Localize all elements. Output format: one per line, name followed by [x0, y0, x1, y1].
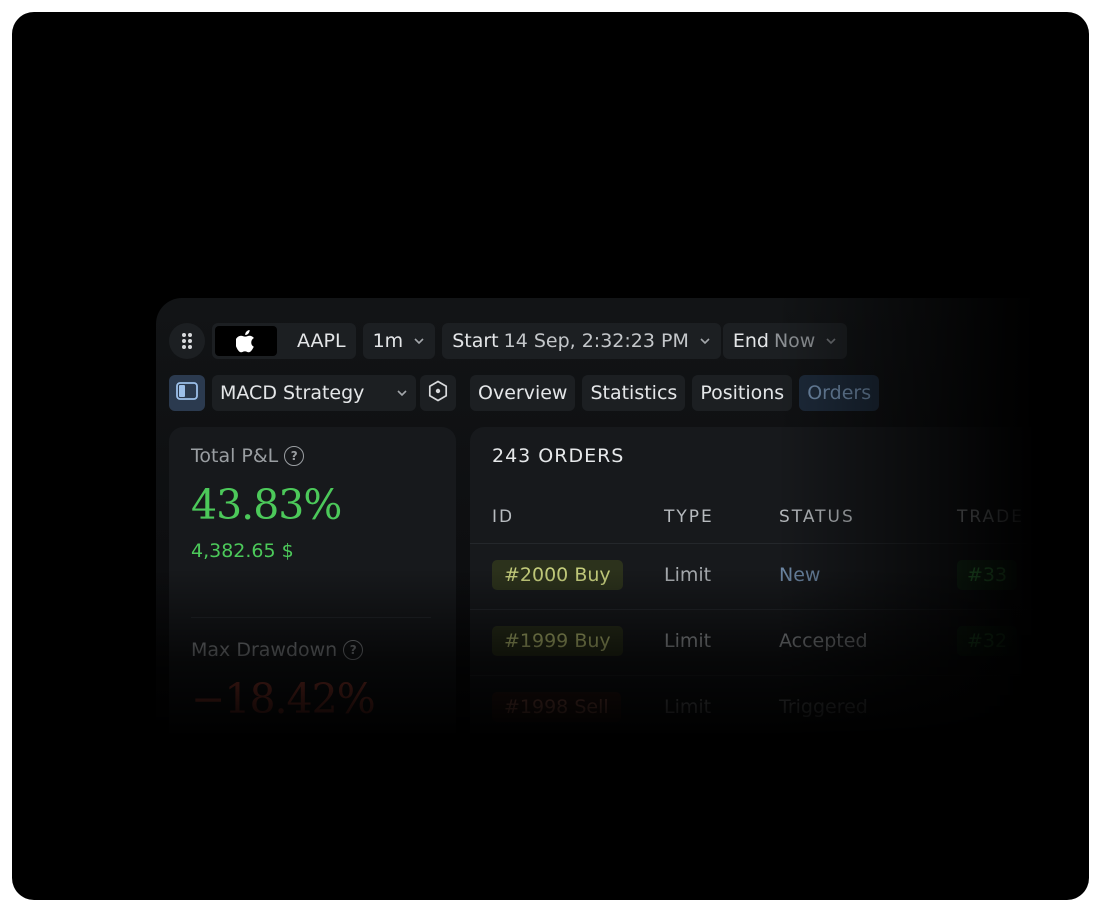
- tab-orders-label: Orders: [807, 382, 872, 404]
- currency-symbol: $: [281, 540, 294, 562]
- tab-statistics[interactable]: Statistics: [582, 375, 686, 411]
- sidebar-toggle-button[interactable]: [169, 375, 205, 411]
- order-type: Limit: [664, 696, 712, 718]
- trade-badge[interactable]: #32: [957, 626, 1018, 656]
- chevron-down-icon: [413, 335, 425, 347]
- stats-card: Total P&L ? 43.83% 4,382.65 $ Max Drawdo…: [169, 427, 456, 738]
- tab-orders[interactable]: Orders: [799, 375, 880, 411]
- interval-label: 1m: [372, 330, 404, 352]
- order-side: Sell: [574, 696, 609, 718]
- window-frame: AAPL 1m Start 14 Sep, 2:32:23 PM End Now: [12, 12, 1089, 900]
- end-date-dropdown[interactable]: End Now: [722, 323, 848, 359]
- total-pnl-amount-value: 4,382.65: [191, 540, 276, 562]
- start-label: Start: [452, 330, 499, 352]
- row-divider: [470, 675, 1036, 676]
- tab-positions-label: Positions: [700, 382, 785, 404]
- order-id: #2000: [504, 564, 569, 586]
- chevron-down-icon: [396, 387, 408, 399]
- order-id-badge[interactable]: #2000 Buy: [492, 560, 623, 590]
- start-date-dropdown[interactable]: Start 14 Sep, 2:32:23 PM: [442, 323, 721, 359]
- max-drawdown-percent: −18.42%: [191, 675, 376, 723]
- order-status: Triggered: [779, 696, 868, 718]
- max-drawdown-label: Max Drawdown ?: [191, 639, 364, 661]
- symbol-selector[interactable]: AAPL: [212, 323, 356, 359]
- apple-logo-icon: [215, 326, 277, 356]
- column-header-id: ID: [492, 507, 515, 527]
- hexagon-settings-icon: [426, 379, 450, 408]
- top-toolbar: AAPL 1m Start 14 Sep, 2:32:23 PM End Now: [169, 323, 854, 359]
- chevron-down-icon: [825, 335, 837, 347]
- row-divider: [470, 543, 1036, 544]
- order-side: Buy: [574, 564, 611, 586]
- row-divider: [470, 609, 1036, 610]
- end-value: Now: [773, 330, 816, 352]
- strategy-dropdown[interactable]: MACD Strategy: [212, 375, 416, 411]
- trade-badge[interactable]: #33: [957, 560, 1018, 590]
- orders-count-title: 243 ORDERS: [492, 445, 625, 467]
- order-id-badge[interactable]: #1998 Sell: [492, 692, 621, 722]
- tab-positions[interactable]: Positions: [692, 375, 793, 411]
- total-pnl-amount: 4,382.65 $: [191, 540, 294, 562]
- order-status: New: [779, 564, 821, 586]
- strategy-name: MACD Strategy: [220, 382, 365, 404]
- order-id-badge[interactable]: #1999 Buy: [492, 626, 623, 656]
- end-label: End: [732, 330, 769, 352]
- strategy-settings-button[interactable]: [420, 375, 456, 411]
- interval-dropdown[interactable]: 1m: [362, 323, 436, 359]
- order-type: Limit: [664, 630, 712, 652]
- column-header-trade: TRADE: [957, 507, 1024, 527]
- tab-overview[interactable]: Overview: [470, 375, 576, 411]
- tab-overview-label: Overview: [478, 382, 568, 404]
- help-icon[interactable]: ?: [343, 640, 364, 660]
- tab-statistics-label: Statistics: [590, 382, 678, 404]
- symbol-label: AAPL: [297, 330, 346, 352]
- strategy-toolbar: MACD Strategy Overview Statistics Positi…: [169, 375, 886, 411]
- total-pnl-text: Total P&L: [191, 445, 279, 467]
- grid-dots-icon: [182, 333, 192, 349]
- order-side: Buy: [574, 630, 611, 652]
- help-icon[interactable]: ?: [284, 446, 305, 466]
- start-value: 14 Sep, 2:32:23 PM: [503, 330, 689, 352]
- order-type: Limit: [664, 564, 712, 586]
- total-pnl-percent: 43.83%: [191, 481, 342, 529]
- column-header-type: TYPE: [664, 507, 714, 527]
- sidebar-icon: [176, 381, 198, 405]
- order-id: #1998: [504, 696, 569, 718]
- max-drawdown-text: Max Drawdown: [191, 639, 338, 661]
- stats-divider: [191, 617, 431, 618]
- order-id: #1999: [504, 630, 569, 652]
- order-status: Accepted: [779, 630, 868, 652]
- trading-app: AAPL 1m Start 14 Sep, 2:32:23 PM End Now: [156, 298, 1036, 738]
- total-pnl-label: Total P&L ?: [191, 445, 305, 467]
- chevron-down-icon: [699, 335, 711, 347]
- app-menu-button[interactable]: [169, 323, 205, 359]
- orders-card: 243 ORDERS ID TYPE STATUS TRADE #2000 Bu…: [470, 427, 1036, 738]
- column-header-status: STATUS: [779, 507, 855, 527]
